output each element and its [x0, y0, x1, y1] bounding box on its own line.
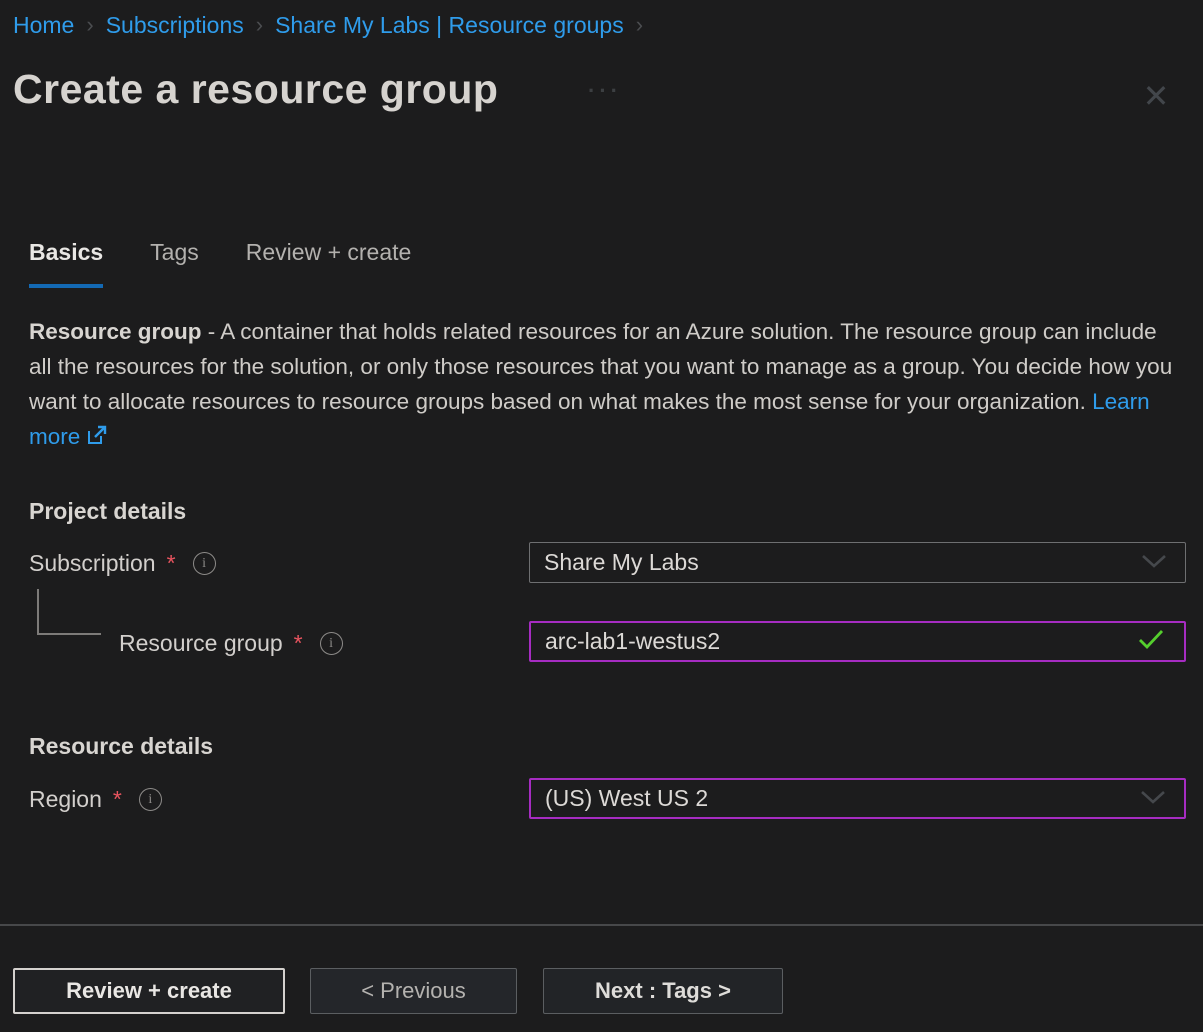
resource-group-input[interactable]: arc-lab1-westus2 [529, 621, 1186, 662]
subscription-value: Share My Labs [544, 549, 1139, 576]
wizard-tabs: Basics Tags Review + create [29, 239, 411, 288]
resource-group-label-text: Resource group [119, 630, 283, 657]
region-label-text: Region [29, 786, 102, 813]
project-details-heading: Project details [29, 498, 186, 525]
info-icon[interactable]: i [320, 632, 343, 655]
required-asterisk: * [167, 550, 176, 577]
subscription-child-connector-line [37, 589, 101, 635]
description-lead: Resource group [29, 319, 202, 344]
resource-group-value: arc-lab1-westus2 [545, 628, 1136, 655]
breadcrumb: Home › Subscriptions › Share My Labs | R… [13, 12, 643, 39]
required-asterisk: * [294, 630, 303, 657]
info-icon[interactable]: i [139, 788, 162, 811]
required-asterisk: * [113, 786, 122, 813]
validation-check-icon [1136, 627, 1166, 657]
review-create-button[interactable]: Review + create [13, 968, 285, 1014]
chevron-right-icon: › [86, 12, 93, 38]
chevron-down-icon [1139, 549, 1169, 576]
info-icon[interactable]: i [193, 552, 216, 575]
subscription-dropdown[interactable]: Share My Labs [529, 542, 1186, 583]
previous-button[interactable]: < Previous [310, 968, 517, 1014]
external-link-icon [86, 421, 108, 456]
next-tags-button[interactable]: Next : Tags > [543, 968, 783, 1014]
region-value: (US) West US 2 [545, 785, 1138, 812]
footer-divider [0, 924, 1203, 926]
breadcrumb-home[interactable]: Home [13, 12, 74, 39]
close-icon[interactable]: ✕ [1134, 74, 1178, 118]
create-resource-group-pane: Home › Subscriptions › Share My Labs | R… [0, 0, 1203, 1032]
chevron-down-icon [1138, 785, 1168, 812]
subscription-label-text: Subscription [29, 550, 156, 577]
more-options-icon[interactable]: ··· [588, 78, 622, 104]
tab-review-create[interactable]: Review + create [246, 239, 412, 288]
breadcrumb-share-my-labs-resource-groups[interactable]: Share My Labs | Resource groups [275, 12, 624, 39]
breadcrumb-subscriptions[interactable]: Subscriptions [106, 12, 244, 39]
region-label: Region * i [29, 786, 162, 813]
region-dropdown[interactable]: (US) West US 2 [529, 778, 1186, 819]
resource-details-heading: Resource details [29, 733, 213, 760]
tab-basics[interactable]: Basics [29, 239, 103, 288]
resource-group-label: Resource group * i [119, 630, 343, 657]
chevron-right-icon: › [636, 12, 643, 38]
subscription-label: Subscription * i [29, 550, 216, 577]
resource-group-description: Resource group - A container that holds … [29, 314, 1185, 456]
page-title: Create a resource group [13, 66, 498, 113]
chevron-right-icon: › [256, 12, 263, 38]
tab-tags[interactable]: Tags [150, 239, 199, 288]
